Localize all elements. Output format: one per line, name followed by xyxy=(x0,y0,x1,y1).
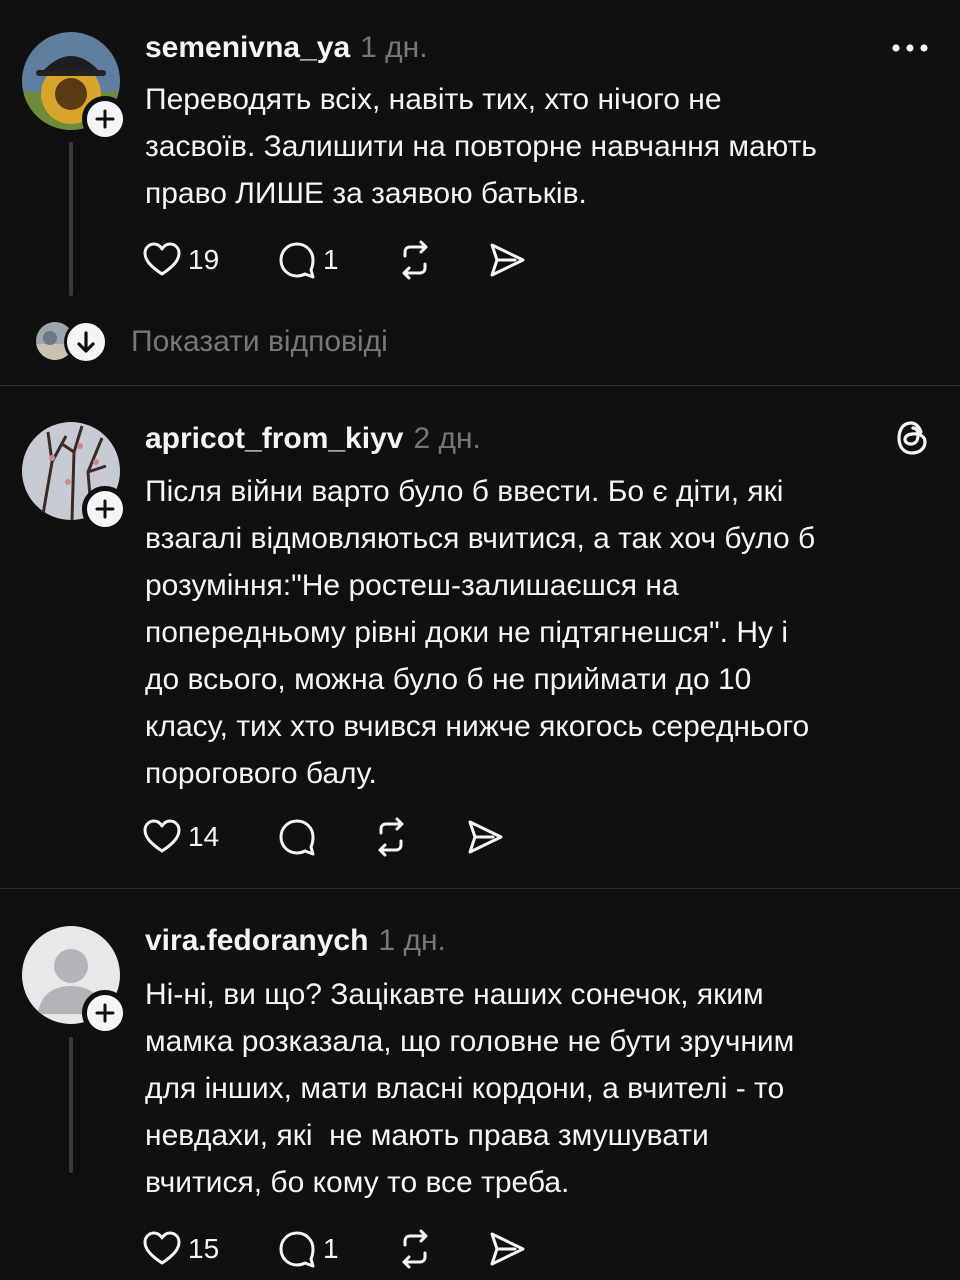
reply-button[interactable] xyxy=(275,813,323,861)
share-button[interactable] xyxy=(463,813,507,861)
repost-button[interactable] xyxy=(393,236,437,284)
share-button[interactable] xyxy=(485,236,529,284)
like-button[interactable]: 19 xyxy=(140,236,219,284)
post-time: 1 дн. xyxy=(360,31,428,64)
send-icon xyxy=(490,1232,525,1266)
repost-icon xyxy=(402,240,428,280)
more-horizontal-icon xyxy=(892,44,928,52)
send-icon xyxy=(468,820,503,854)
reply-count: 1 xyxy=(323,244,339,275)
post-header: vira.fedoranych 1 дн. xyxy=(145,923,446,959)
post-header: semenivna_ya 1 дн. xyxy=(145,30,428,66)
username[interactable]: apricot_from_kiyv xyxy=(145,422,403,455)
post-header: apricot_from_kiyv 2 дн. xyxy=(145,421,481,457)
thread-line xyxy=(69,142,73,296)
follow-button[interactable] xyxy=(82,486,128,532)
reply-count: 1 xyxy=(323,1233,339,1264)
post-2: apricot_from_kiyv 2 дн. Після війни варто… xyxy=(0,386,960,888)
arrow-down-icon xyxy=(77,331,95,353)
follow-button[interactable] xyxy=(82,990,128,1036)
expand-replies-button[interactable] xyxy=(64,320,108,364)
thread-line xyxy=(69,1037,73,1173)
repost-button[interactable] xyxy=(393,1225,437,1273)
show-replies-row[interactable]: Показати відповіді xyxy=(0,316,960,368)
like-button[interactable]: 15 xyxy=(140,1225,219,1273)
comment-icon xyxy=(279,242,315,279)
plus-icon xyxy=(95,1003,115,1023)
heart-icon xyxy=(143,1231,181,1265)
show-replies-label[interactable]: Показати відповіді xyxy=(131,322,388,362)
post-text: Ні-ні, ви що? Зацікавте наших сонечок, я… xyxy=(145,978,795,1199)
heart-icon xyxy=(143,242,181,276)
reply-button[interactable]: 1 xyxy=(275,1225,339,1273)
comment-icon xyxy=(279,819,315,856)
plus-icon xyxy=(95,499,115,519)
more-button[interactable] xyxy=(890,34,930,67)
plus-icon xyxy=(95,109,115,129)
post-text: Після війни варто було б ввести. Бо є ді… xyxy=(145,475,816,790)
like-button[interactable]: 14 xyxy=(140,813,219,861)
repost-button[interactable] xyxy=(369,813,413,861)
like-count: 15 xyxy=(188,1233,220,1264)
follow-button[interactable] xyxy=(82,96,128,142)
username[interactable]: semenivna_ya xyxy=(145,31,350,64)
repost-icon xyxy=(402,1229,428,1269)
post-text: Переводять всіх, навіть тих, хто нічого … xyxy=(145,83,817,210)
repost-icon xyxy=(378,817,404,857)
like-count: 14 xyxy=(188,821,220,852)
post-time: 2 дн. xyxy=(413,422,481,455)
share-button[interactable] xyxy=(485,1225,529,1273)
heart-icon xyxy=(143,819,181,853)
threads-logo-icon xyxy=(897,421,927,455)
send-icon xyxy=(490,243,525,277)
post-time: 1 дн. xyxy=(378,924,446,957)
like-count: 19 xyxy=(188,244,220,275)
threads-logo xyxy=(894,418,930,463)
reply-button[interactable]: 1 xyxy=(275,236,339,284)
username[interactable]: vira.fedoranych xyxy=(145,924,368,957)
post-3: vira.fedoranych 1 дн. Ні-ні, ви що? Зацік… xyxy=(0,889,960,1280)
comment-icon xyxy=(279,1231,315,1268)
